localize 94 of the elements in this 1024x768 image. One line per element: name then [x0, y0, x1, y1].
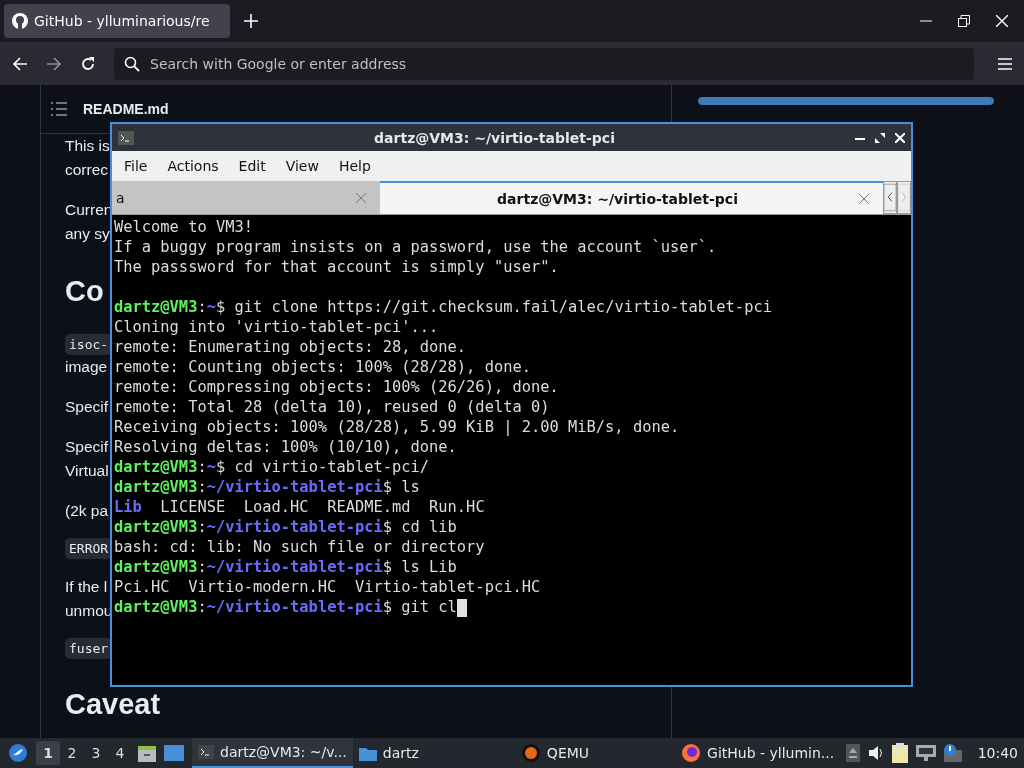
- terminal-text: remote: Compressing objects: 100% (26/26), done.: [114, 378, 559, 396]
- readme-text: This is: [65, 136, 110, 156]
- readme-text: (2k pa: [65, 501, 109, 521]
- terminal-text: :: [197, 518, 207, 536]
- prompt-path: ~/virtio-tablet-pci: [206, 478, 383, 496]
- reload-icon[interactable]: [80, 55, 96, 72]
- address-field[interactable]: Search with Google or enter address: [114, 47, 974, 80]
- prompt-user: dartz@VM3: [114, 478, 198, 496]
- notification-icon[interactable]: [943, 744, 962, 762]
- text-cursor: [456, 598, 467, 617]
- menu-item[interactable]: View: [275, 158, 329, 174]
- terminal-text: remote: Total 28 (delta 10), reused 0 (delta 0): [114, 398, 550, 416]
- prompt-path: ~: [206, 458, 216, 476]
- terminal-text: $ git cl: [382, 598, 457, 616]
- taskbar-task[interactable]: QEMU: [514, 738, 596, 768]
- readme-text: any sy: [65, 224, 110, 244]
- terminal-icon: [198, 745, 214, 759]
- terminal-text: $ cd virtio-tablet-pci/: [215, 458, 430, 476]
- eject-icon[interactable]: [845, 744, 860, 762]
- terminal-icon: [118, 130, 134, 145]
- workspace-button[interactable]: 4: [108, 741, 132, 765]
- terminal-text: Resolving deltas: 100% (10/10), done.: [114, 438, 457, 456]
- workspace-button[interactable]: 2: [60, 741, 84, 765]
- list-icon[interactable]: [51, 102, 67, 116]
- restore-icon[interactable]: [958, 15, 970, 27]
- menu-item[interactable]: Edit: [228, 158, 276, 174]
- menu-item[interactable]: File: [114, 158, 158, 174]
- forward-icon[interactable]: [46, 55, 62, 72]
- readme-text: If the l: [65, 577, 108, 597]
- prompt-path: ~/virtio-tablet-pci: [206, 598, 383, 616]
- terminal-text: :: [197, 298, 207, 316]
- terminal-text: remote: Counting objects: 100% (28/28), done.: [114, 358, 531, 376]
- clipboard-icon[interactable]: [891, 743, 908, 763]
- close-icon[interactable]: [895, 132, 905, 143]
- prompt-path: ~: [206, 298, 216, 316]
- terminal-text: :: [197, 598, 207, 616]
- terminal-text: $ git clone https://git.checksum.fail/alec/virtio-tablet-pci: [215, 298, 772, 316]
- terminal-text: Pci.HC Virtio-modern.HC Virtio-tablet-pci.HC: [114, 578, 541, 596]
- terminal-text: :: [197, 458, 207, 476]
- menu-item[interactable]: Actions: [157, 158, 229, 174]
- window-title: dartz@VM3: ~/virtio-tablet-pci: [373, 129, 616, 146]
- prompt-user: dartz@VM3: [114, 518, 198, 536]
- volume-icon[interactable]: [867, 745, 884, 761]
- readme-text: Virtual: [65, 461, 109, 481]
- menu-item[interactable]: Help: [328, 158, 381, 174]
- terminal-text: LICENSE Load.HC README.md Run.HC: [159, 498, 485, 516]
- terminal-text: :: [197, 558, 207, 576]
- search-icon: [124, 55, 140, 72]
- network-icon[interactable]: [915, 745, 936, 761]
- terminal-tab[interactable]: a: [112, 181, 380, 214]
- section-heading: Caveat: [65, 687, 161, 722]
- terminal-text: bash: cd: lib: No such file or directory: [114, 538, 485, 556]
- prompt-user: dartz@VM3: [114, 558, 198, 576]
- directory-name: Lib: [114, 498, 142, 516]
- file-cabinet-icon[interactable]: [138, 744, 156, 762]
- taskbar-task[interactable]: dartz@VM3: ~/v...: [192, 738, 353, 768]
- menu-icon[interactable]: [998, 57, 1012, 70]
- file-name: README.md: [83, 101, 169, 117]
- section-heading: Co: [65, 274, 104, 309]
- terminal-text: Welcome to VM3!: [114, 218, 253, 236]
- prompt-user: dartz@VM3: [114, 298, 198, 316]
- readme-text: Specif: [65, 397, 109, 417]
- prompt-path: ~/virtio-tablet-pci: [206, 518, 383, 536]
- back-icon[interactable]: [12, 55, 28, 72]
- prompt-user: dartz@VM3: [114, 598, 198, 616]
- terminal-tab[interactable]: dartz@VM3: ~/virtio-tablet-pci: [380, 181, 883, 214]
- readme-text: image: [65, 357, 108, 377]
- code-snippet: fuser: [65, 638, 113, 659]
- taskbar-task[interactable]: dartz: [352, 738, 425, 768]
- maximize-icon[interactable]: [875, 132, 885, 143]
- readme-text: Specif: [65, 437, 109, 457]
- close-icon[interactable]: [996, 15, 1008, 27]
- new-tab-icon[interactable]: [244, 14, 258, 28]
- code-snippet: ERROR: [65, 538, 113, 559]
- terminal-text: $ ls Lib: [382, 558, 457, 576]
- terminal-text: If a buggy program insists on a password, use the account `user`.: [114, 238, 717, 256]
- readme-text: correc: [65, 160, 109, 180]
- terminal-text: Receiving objects: 100% (28/28), 5.99 KiB | 2.00 MiB/s, done.: [114, 418, 680, 436]
- terminal-text: remote: Enumerating objects: 28, done.: [114, 338, 467, 356]
- folder-icon: [358, 745, 377, 761]
- terminal-text: Cloning into 'virtio-tablet-pci'...: [114, 318, 439, 336]
- workspace-button[interactable]: 3: [84, 741, 108, 765]
- browser-tab[interactable]: GitHub - ylluminarious/re: [4, 4, 230, 38]
- start-menu-icon[interactable]: [8, 743, 28, 763]
- terminal-text: The passsword for that account is simply "user".: [114, 258, 559, 276]
- prompt-user: dartz@VM3: [114, 458, 198, 476]
- terminal-text: :: [197, 478, 207, 496]
- code-snippet: isoc-: [65, 334, 113, 355]
- prompt-path: ~/virtio-tablet-pci: [206, 558, 383, 576]
- terminal-text: $ ls: [382, 478, 420, 496]
- taskbar-task[interactable]: GitHub - yllumin...: [675, 738, 841, 768]
- terminal-text: $ cd lib: [382, 518, 457, 536]
- workspace-button[interactable]: 1: [36, 741, 60, 765]
- clock: 10:40: [977, 745, 1018, 761]
